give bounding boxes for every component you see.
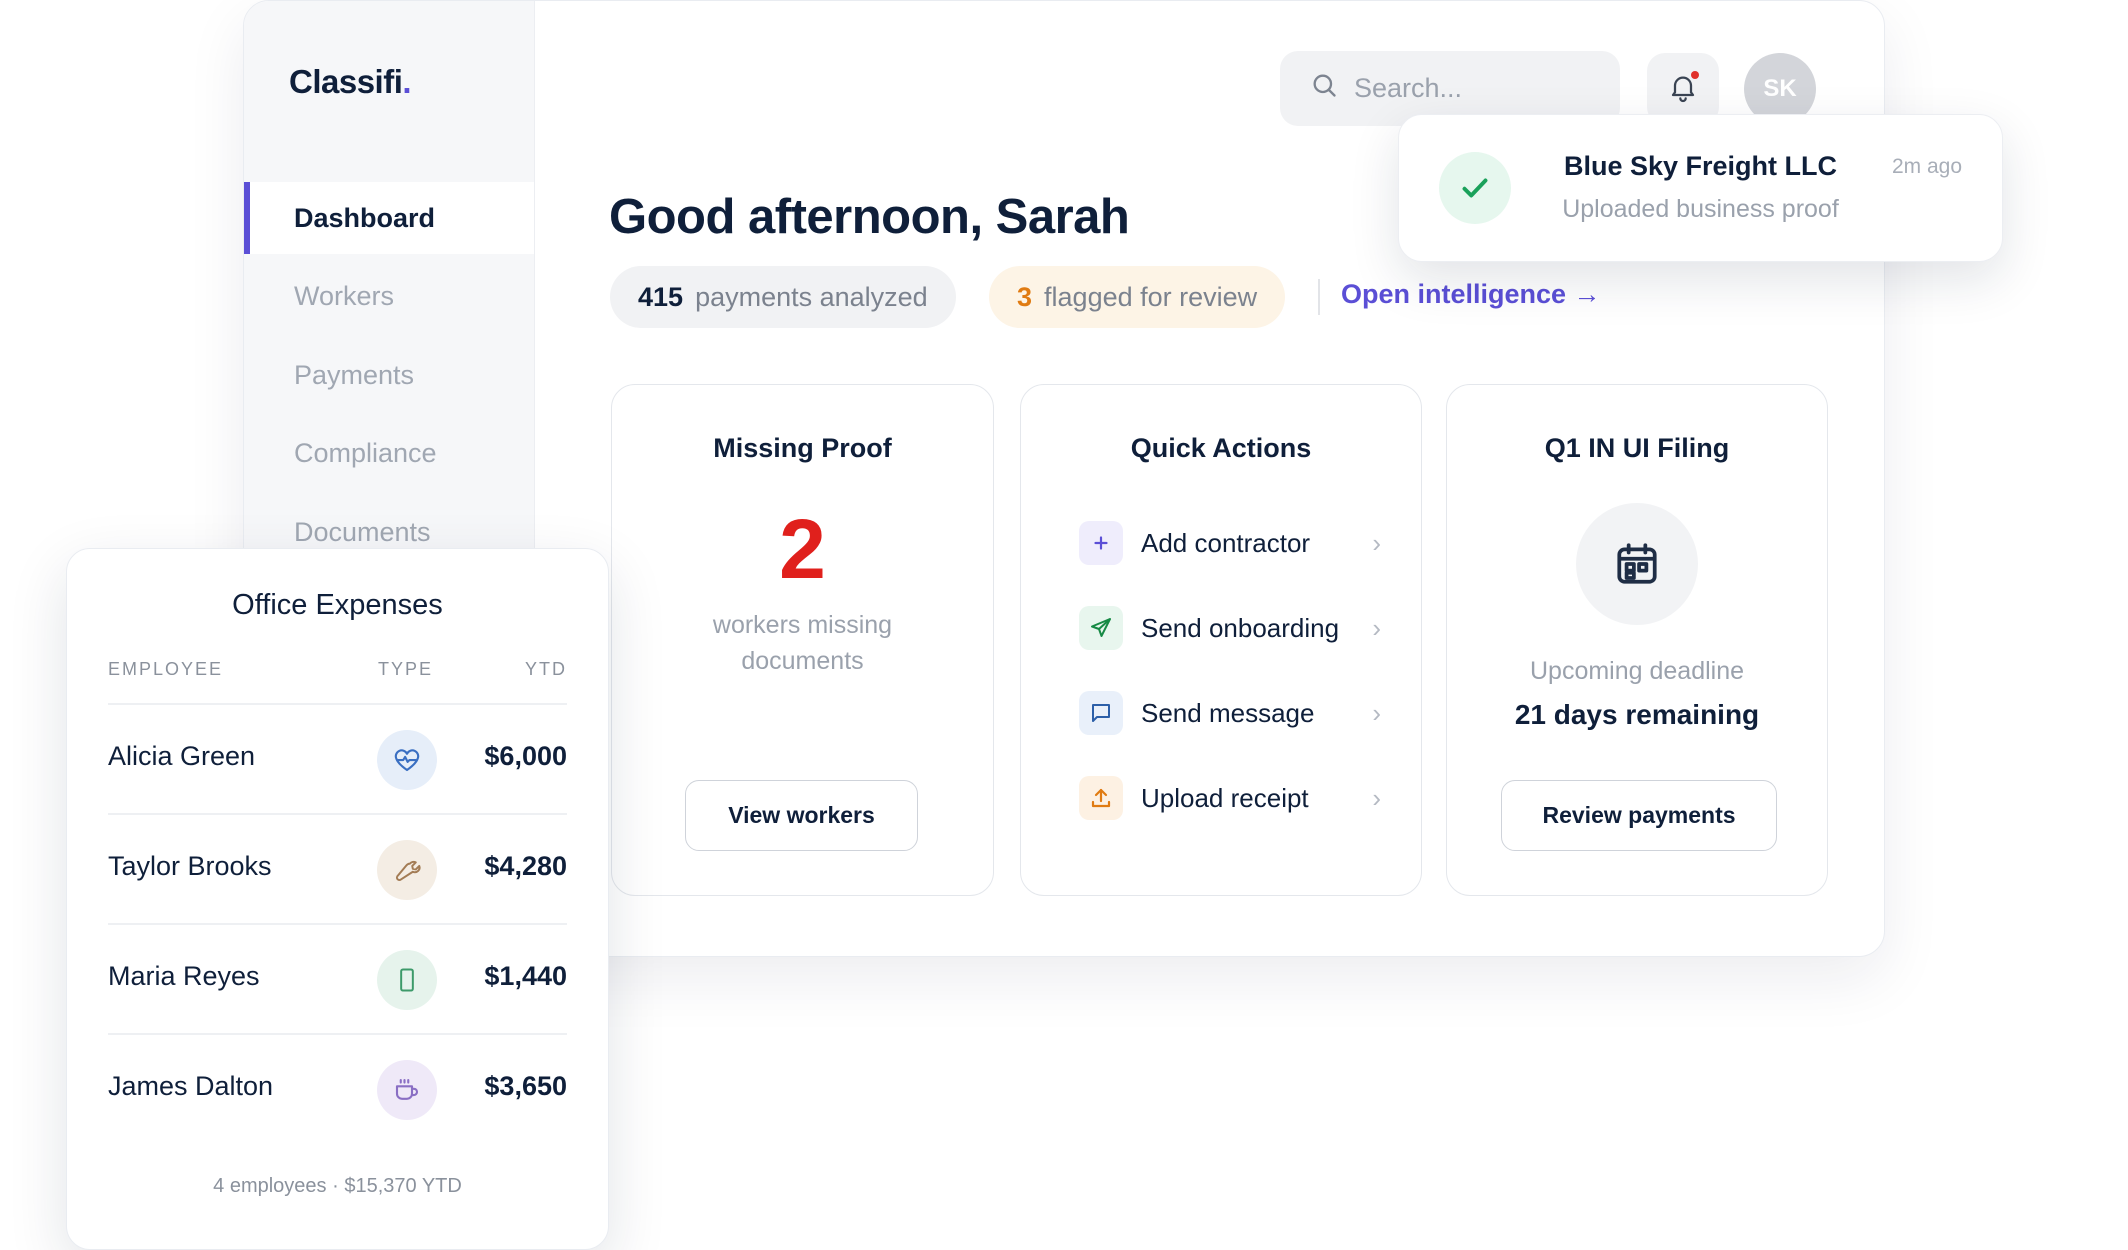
phone-icon: [377, 950, 437, 1010]
column-header-ytd: YTD: [525, 659, 567, 679]
ytd-amount: $6,000: [484, 741, 567, 771]
sidebar-item-dashboard[interactable]: Dashboard: [244, 182, 534, 254]
open-intelligence-link[interactable]: Open intelligence →: [1341, 279, 1601, 310]
card-title: Quick Actions: [1130, 433, 1312, 463]
chevron-right-icon: ›: [1372, 782, 1381, 813]
office-expenses-card: Office Expenses EMPLOYEE TYPE YTD Alicia…: [66, 548, 609, 1250]
column-header-employee: EMPLOYEE: [108, 659, 224, 679]
toast-subtitle: Uploaded business proof: [1562, 195, 1839, 223]
table-row[interactable]: Maria Reyes $1,440: [108, 923, 567, 1033]
missing-count: 2: [779, 502, 826, 596]
flagged-badge[interactable]: 3 flagged for review: [989, 266, 1286, 328]
card-subtitle-2: documents: [741, 647, 864, 675]
ytd-amount: $1,440: [484, 961, 567, 991]
coffee-icon: [377, 1060, 437, 1120]
review-payments-button[interactable]: Review payments: [1501, 780, 1777, 851]
employee-name: James Dalton: [108, 1071, 274, 1101]
upload-receipt-action[interactable]: Upload receipt ›: [1079, 774, 1381, 822]
send-message-action[interactable]: Send message ›: [1079, 689, 1381, 737]
chevron-right-icon: ›: [1372, 612, 1381, 643]
table-row[interactable]: Alicia Green $6,000: [108, 703, 567, 813]
payments-analyzed-badge: 415 payments analyzed: [610, 266, 956, 328]
divider: [1318, 279, 1320, 315]
logo[interactable]: Classifi.: [289, 63, 412, 101]
expenses-footer: 4 employees · $15,370 YTD: [213, 1175, 462, 1197]
search-icon: [1310, 71, 1338, 106]
sidebar-item-workers[interactable]: Workers: [244, 260, 534, 332]
notification-dot: [1691, 71, 1699, 79]
plus-icon: [1079, 521, 1123, 565]
table-row[interactable]: James Dalton $3,650: [108, 1033, 567, 1143]
page-title: Good afternoon, Sarah: [609, 190, 1130, 244]
deadline-label: Upcoming deadline: [1529, 657, 1745, 685]
column-header-type: TYPE: [378, 659, 434, 679]
sidebar-item-payments[interactable]: Payments: [244, 339, 534, 411]
add-contractor-action[interactable]: Add contractor ›: [1079, 519, 1381, 567]
employee-name: Maria Reyes: [108, 961, 260, 991]
wrench-icon: [377, 840, 437, 900]
expenses-title: Office Expenses: [232, 589, 443, 621]
days-remaining: 21 days remaining: [1514, 699, 1760, 730]
notification-toast[interactable]: Blue Sky Freight LLC Uploaded business p…: [1398, 114, 2003, 262]
toast-timestamp: 2m ago: [1891, 155, 1962, 178]
table-row[interactable]: Taylor Brooks $4,280: [108, 813, 567, 923]
ytd-amount: $3,650: [484, 1071, 567, 1101]
search-placeholder: Search...: [1354, 73, 1463, 103]
sidebar-item-compliance[interactable]: Compliance: [244, 417, 534, 489]
missing-proof-card: Missing Proof 2 workers missing document…: [611, 384, 994, 896]
heart-pulse-icon: [377, 730, 437, 790]
chevron-right-icon: ›: [1372, 527, 1381, 558]
message-icon: [1079, 691, 1123, 735]
send-icon: [1079, 606, 1123, 650]
card-title: Q1 IN UI Filing: [1544, 433, 1730, 463]
quick-actions-card: Quick Actions Add contractor › Send onbo…: [1020, 384, 1422, 896]
employee-name: Taylor Brooks: [108, 851, 272, 881]
filing-card: Q1 IN UI Filing Upcoming deadline 21 day…: [1446, 384, 1828, 896]
view-workers-button[interactable]: View workers: [685, 780, 918, 851]
card-title: Missing Proof: [713, 433, 892, 463]
ytd-amount: $4,280: [484, 851, 567, 881]
upload-icon: [1079, 776, 1123, 820]
employee-name: Alicia Green: [108, 741, 256, 771]
card-subtitle: workers missing: [712, 611, 893, 639]
send-onboarding-action[interactable]: Send onboarding ›: [1079, 604, 1381, 652]
chevron-right-icon: ›: [1372, 697, 1381, 728]
calendar-icon: [1576, 503, 1698, 625]
